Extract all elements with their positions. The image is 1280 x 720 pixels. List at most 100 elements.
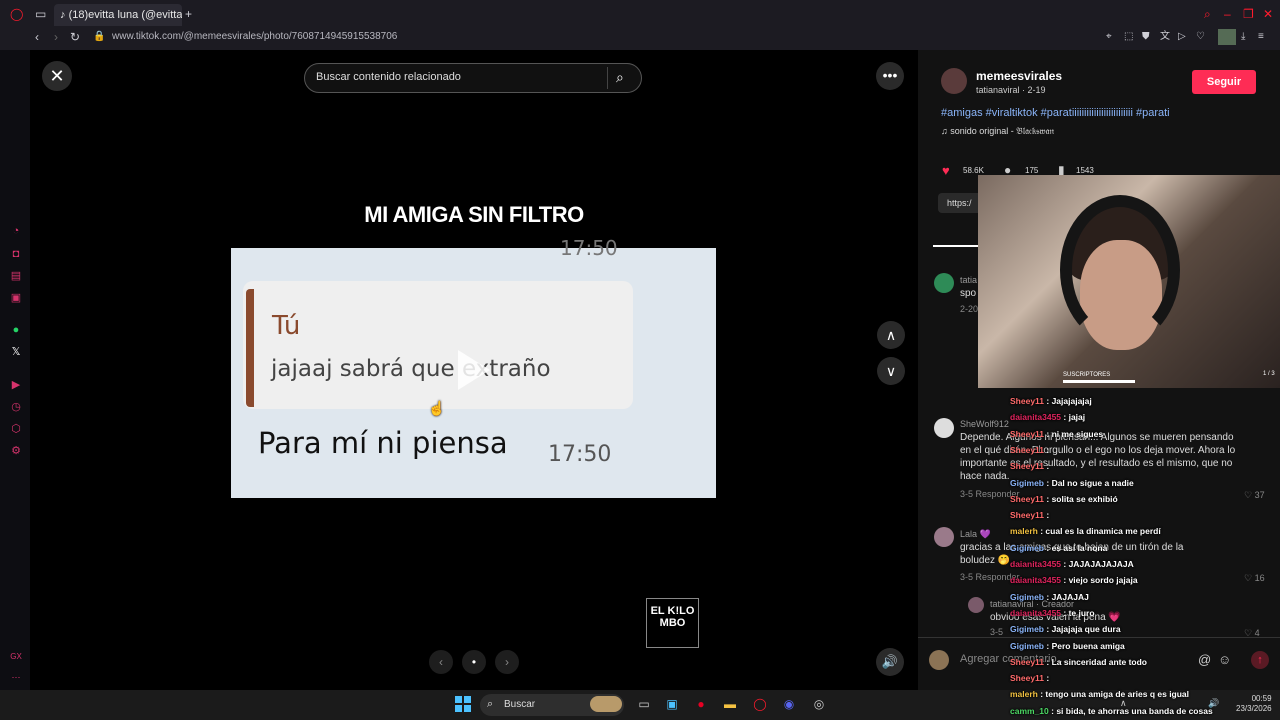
comment-author[interactable]: tatia xyxy=(960,275,977,285)
chat-text: : xyxy=(1044,444,1050,455)
follow-button[interactable]: Seguir xyxy=(1192,70,1256,94)
menu-icon[interactable]: ≡ xyxy=(1258,30,1264,44)
store-icon[interactable]: ▣ xyxy=(664,696,680,712)
subscribers-count: 1 / 3 xyxy=(1263,371,1275,377)
chat-username[interactable]: daianita3455 xyxy=(1010,608,1061,618)
chat-username[interactable]: Gigimeb xyxy=(1010,478,1044,488)
chat-text: : Jajajaja que dura xyxy=(1044,624,1121,635)
history-icon[interactable]: ◷ xyxy=(9,400,23,414)
chat-username[interactable]: Sheey11 xyxy=(1010,494,1044,504)
chat-username[interactable]: Sheey11 xyxy=(1010,657,1044,667)
translate-icon[interactable]: 文 xyxy=(1160,30,1170,44)
close-window-icon[interactable]: ✕ xyxy=(1263,7,1273,21)
steam-icon[interactable]: ◎ xyxy=(811,696,827,712)
pager-previous-button[interactable]: ‹ xyxy=(429,650,453,674)
back-icon[interactable]: ‹ xyxy=(35,30,39,44)
chat-username[interactable]: Sheey11 xyxy=(1010,510,1044,520)
post-hashtags[interactable]: #amigas #viraltiktok #paratiiiiiiiiiiiii… xyxy=(941,107,1170,119)
chat-message: Sheey11 : xyxy=(1010,461,1049,471)
taskbar-clock[interactable]: 00:59 23/3/2026 xyxy=(1236,694,1272,714)
sidebar-player-icon[interactable]: ▶ xyxy=(9,378,23,392)
chat-username[interactable]: Gigimeb xyxy=(1010,624,1044,634)
author-avatar[interactable] xyxy=(941,68,967,94)
chat-username[interactable]: daianita3455 xyxy=(1010,559,1061,569)
play-icon[interactable]: ▷ xyxy=(1178,30,1186,44)
comment-like-count[interactable]: ♡ 16 xyxy=(1244,573,1265,584)
tiktok-icon: ♪ xyxy=(60,9,66,21)
more-options-button[interactable]: ••• xyxy=(876,62,904,90)
chat-username[interactable]: Sheey11 xyxy=(1010,673,1044,683)
browser-tab-active[interactable]: ♪ (18)evitta luna (@evitta_lun xyxy=(54,4,182,26)
reload-icon[interactable]: ↻ xyxy=(70,30,80,44)
reply-avatar[interactable] xyxy=(968,597,984,613)
close-button[interactable]: ✕ xyxy=(42,61,72,91)
sidebar-tv-icon[interactable]: ▣ xyxy=(9,291,23,305)
post-sound[interactable]: ♫ sonido original - 𝔅𝔩𝔞𝔠𝔨𝔰𝔴𝔞𝔫 xyxy=(941,126,1054,137)
next-post-button[interactable]: ∨ xyxy=(877,357,905,385)
tab-menu-icon[interactable]: ▭ xyxy=(35,7,46,21)
search-icon[interactable]: ⌕ xyxy=(616,69,624,86)
like-icon[interactable]: ♥ xyxy=(942,163,950,178)
emoji-icon[interactable]: ☺ xyxy=(1218,652,1231,667)
chat-username[interactable]: malerh xyxy=(1010,689,1038,699)
pin-icon[interactable]: ⌖ xyxy=(1106,30,1112,44)
forward-icon[interactable]: › xyxy=(54,30,58,44)
file-explorer-icon[interactable]: ▬ xyxy=(722,696,738,712)
download-icon[interactable]: ⤓ xyxy=(1241,30,1245,44)
sidebar-chat-icon[interactable]: ▤ xyxy=(9,269,23,283)
profile-avatar[interactable] xyxy=(1218,29,1236,45)
previous-post-button[interactable]: ∧ xyxy=(877,321,905,349)
settings-icon[interactable]: ⚙ xyxy=(9,444,23,458)
pager-dot[interactable]: • xyxy=(462,650,486,674)
sidebar-more-icon[interactable]: ⋯ xyxy=(9,670,23,684)
whatsapp-icon[interactable]: ● xyxy=(9,323,23,337)
chat-username[interactable]: malerh xyxy=(1010,526,1038,536)
chat-text: : si bida, te ahorras una banda de cosas xyxy=(1048,705,1213,716)
extensions-icon[interactable]: ⬡ xyxy=(9,422,23,436)
chat-username[interactable]: daianita3455 xyxy=(1010,575,1061,585)
sidebar-bag-icon[interactable]: ◘ xyxy=(9,247,23,261)
post-comment-icon[interactable]: ↑ xyxy=(1251,651,1269,669)
discord-icon[interactable]: ◉ xyxy=(781,696,797,712)
screenshot-icon[interactable]: ⬚ xyxy=(1124,30,1133,44)
reply-text: Para mí ni piensa xyxy=(258,426,508,460)
minimize-icon[interactable]: – xyxy=(1224,7,1231,21)
chat-username[interactable]: Gigimeb xyxy=(1010,641,1044,651)
shield-icon[interactable]: ⛊ xyxy=(1142,30,1150,44)
comment-meta: 3-5 xyxy=(990,627,1004,637)
maximize-icon[interactable]: ❐ xyxy=(1243,7,1254,21)
opera-logo-icon[interactable]: ◯ xyxy=(10,7,23,21)
pinterest-icon[interactable]: ● xyxy=(693,696,709,712)
play-overlay-icon[interactable] xyxy=(458,350,490,390)
heart-icon[interactable]: ♡ xyxy=(1196,30,1205,44)
comment-like-count[interactable]: ♡ 37 xyxy=(1244,490,1265,501)
pager-next-button[interactable]: › xyxy=(495,650,519,674)
chat-message: malerh : cual es la dinamica me perdí xyxy=(1010,526,1161,536)
new-tab-button[interactable]: + xyxy=(185,7,192,21)
chat-username[interactable]: camm_10 xyxy=(1010,706,1049,716)
chat-username[interactable]: Sheey11 xyxy=(1010,396,1044,406)
opera-gx-icon[interactable]: ◯ xyxy=(752,696,768,712)
x-icon[interactable]: 𝕏 xyxy=(9,345,23,359)
chat-username[interactable]: Gigimeb xyxy=(1010,543,1044,553)
comment-avatar[interactable] xyxy=(934,527,954,547)
chat-username[interactable]: daianita3455 xyxy=(1010,412,1061,422)
chat-username[interactable]: Gigimeb xyxy=(1010,592,1044,602)
windows-start-icon[interactable] xyxy=(455,696,471,712)
comment-avatar[interactable] xyxy=(934,418,954,438)
comment-avatar[interactable] xyxy=(934,273,954,293)
chat-username[interactable]: Sheey11 xyxy=(1010,445,1044,455)
sidebar-ai-icon[interactable]: ◔ xyxy=(9,224,23,238)
volume-button[interactable]: 🔊 xyxy=(876,648,904,676)
comment-author[interactable]: SheWolf912 xyxy=(960,419,1009,429)
chat-username[interactable]: Sheey11 xyxy=(1010,461,1044,471)
task-view-icon[interactable]: ▭ xyxy=(636,696,652,712)
taskbar-widget-image[interactable] xyxy=(590,696,622,712)
mention-icon[interactable]: @ xyxy=(1198,652,1211,667)
search-icon[interactable]: ⌕ xyxy=(1204,7,1211,21)
comment-author[interactable]: Lala 💜 xyxy=(960,529,991,540)
chat-username[interactable]: Sheey11 xyxy=(1010,429,1044,439)
gx-icon[interactable]: GX xyxy=(9,650,23,664)
url-field[interactable]: www.tiktok.com/@memeesvirales/photo/7608… xyxy=(112,30,397,44)
author-name[interactable]: memeesvirales xyxy=(976,69,1062,83)
